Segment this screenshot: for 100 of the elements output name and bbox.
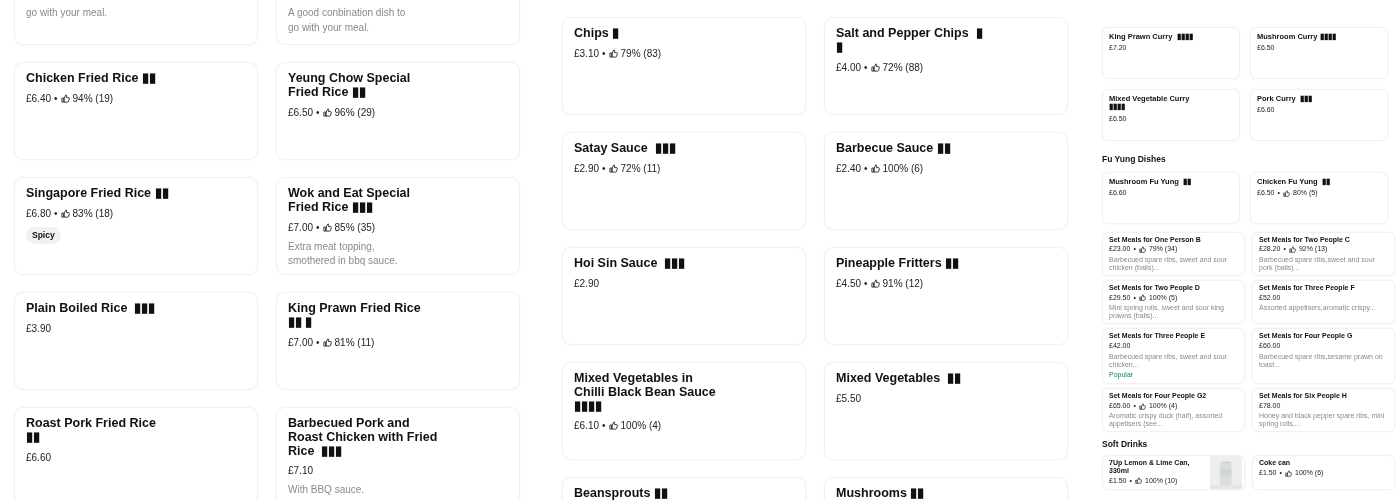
menu-item-card[interactable]: Roast Pork Fried Rice ▮▮ £6.60	[14, 407, 258, 500]
item-rating: 100% (6)	[882, 161, 924, 176]
item-title: Barbecued Pork and Roast Chicken with Fried Rice ▮▮▮	[288, 417, 438, 459]
item-title: Singapore Fried Rice ▮▮	[26, 187, 169, 201]
menu-item-card[interactable]: Mushrooms ▮▮	[824, 477, 1068, 500]
item-description: go with your meal.	[26, 6, 108, 20]
section-heading: Fu Yung Dishes	[1102, 153, 1167, 166]
thumbs-up-icon	[608, 163, 618, 173]
item-price: £7.00	[288, 220, 314, 235]
section-heading: Soft Drinks	[1102, 438, 1149, 452]
separator-dot: •	[864, 161, 868, 176]
item-price: £2.40	[836, 161, 862, 176]
item-title: Wok and Eat Special Fried Rice ▮▮▮	[288, 187, 412, 215]
separator-dot: •	[54, 206, 58, 221]
separator-dot: •	[316, 105, 320, 120]
item-title: Mixed Vegetables in Chilli Black Bean Sauce ▮▮▮▮	[574, 372, 717, 414]
item-title: Beansprouts ▮▮	[574, 487, 668, 500]
item-price: £6.10	[574, 419, 600, 434]
thumbs-up-icon	[608, 421, 618, 431]
menu-item-card[interactable]: Wok and Eat Special Fried Rice ▮▮▮ £7.00 • 85% (35) Extra meat topping, smothered in bbq sauce.	[276, 177, 520, 275]
thumbs-up-icon	[870, 278, 880, 288]
menu-item-card[interactable]: Hoi Sin Sauce ▮▮▮ £2.90	[562, 247, 806, 345]
item-rating: 81% (11)	[334, 335, 375, 350]
item-rating: 91% (12)	[882, 276, 924, 291]
item-price: £5.50	[836, 391, 862, 406]
item-price: £2.90	[574, 161, 600, 176]
thumbs-up-icon	[322, 222, 332, 232]
separator-dot: •	[54, 91, 58, 106]
item-price: £3.10	[574, 46, 600, 61]
item-price: £4.00	[836, 60, 862, 75]
menu-item-card[interactable]: Satay Sauce ▮▮▮ £2.90 • 72% (11)	[562, 132, 806, 230]
tag-badge: Spicy	[26, 226, 61, 244]
menu-item-card[interactable]: Chicken Fried Rice ▮▮ £6.40 • 94% (19)	[14, 62, 258, 160]
thumbs-up-icon	[1138, 402, 1146, 410]
item-title: Mushrooms ▮▮	[836, 487, 925, 500]
item-title: Chicken Fried Rice ▮▮	[26, 72, 156, 86]
item-title: Plain Boiled Rice ▮▮▮	[26, 302, 156, 316]
menu-item-card[interactable]: Singapore Fried Rice ▮▮ £6.80 • 83% (18) Spicy	[14, 177, 258, 275]
item-price: £6.40	[26, 91, 52, 106]
menu-item-card[interactable]: Mixed Vegetables in Chilli Black Bean Sauce ▮▮▮▮ £6.10 • 100% (4)	[562, 362, 806, 460]
menu-item-card[interactable]: Chips ▮ £3.10 • 79% (83)	[562, 17, 806, 115]
menu-item-card[interactable]: Barbecued Pork and Roast Chicken with Fried Rice ▮▮▮ £7.10 With BBQ sauce.	[276, 407, 520, 500]
item-title: Satay Sauce ▮▮▮	[574, 142, 676, 156]
item-title: Pineapple Fritters ▮▮	[836, 257, 960, 271]
menu-item-card[interactable]: Beansprouts ▮▮	[562, 477, 806, 500]
separator-dot: •	[602, 161, 606, 176]
item-rating: 94% (19)	[72, 91, 114, 106]
separator-dot: •	[316, 220, 320, 235]
thumbs-up-icon	[1138, 294, 1146, 302]
thumbs-up-icon	[870, 163, 880, 173]
item-price: £6.60	[26, 450, 52, 465]
item-title: Chips ▮	[574, 27, 620, 41]
thumbs-up-icon	[1283, 189, 1290, 197]
separator-dot: •	[602, 46, 606, 61]
menu-item-card[interactable]: Yeung Chow Special Fried Rice ▮▮ £6.50 • 96% (29)	[276, 62, 520, 160]
item-rating: 96% (29)	[334, 105, 376, 120]
item-rating: 79% (83)	[620, 46, 662, 61]
item-description: With BBQ sauce.	[288, 483, 365, 498]
thumbs-up-icon	[608, 48, 618, 58]
thumbs-up-icon	[60, 208, 70, 218]
thumbs-up-icon	[322, 107, 332, 117]
item-rating: 100% (4)	[620, 419, 662, 434]
thumbs-up-icon	[1138, 246, 1146, 254]
menu-item-card[interactable]: Pineapple Fritters ▮▮ £4.50 • 91% (12)	[824, 247, 1068, 345]
item-title: King Prawn Fried Rice ▮▮ ▮	[288, 302, 422, 330]
item-rating: 83% (18)	[72, 206, 114, 221]
menu-item-card[interactable]: Mixed Vegetables ▮▮ £5.50	[824, 362, 1068, 460]
item-description: Extra meat topping, smothered in bbq sauce.	[288, 239, 399, 268]
item-price: £4.50	[836, 276, 862, 291]
menu-item-card[interactable]: Barbecue Sauce ▮▮ £2.40 • 100% (6)	[824, 132, 1068, 230]
thumbs-up-icon	[1288, 246, 1296, 254]
separator-dot: •	[602, 419, 606, 434]
item-price: £3.90	[26, 321, 52, 336]
item-title: Yeung Chow Special Fried Rice ▮▮	[288, 72, 412, 100]
item-title: Hoi Sin Sauce ▮▮▮	[574, 257, 686, 271]
thumbs-up-icon	[870, 62, 880, 72]
item-description: A good conbination dish to go with your meal.	[288, 6, 407, 35]
menu-item-card[interactable]: Salt and Pepper Chips ▮ ▮ £4.00 • 72% (88)	[824, 17, 1068, 115]
item-price: £2.90	[574, 276, 600, 291]
item-rating: 85% (35)	[334, 220, 376, 235]
separator-dot: •	[864, 276, 868, 291]
item-title: Mixed Vegetables ▮▮	[836, 372, 962, 386]
item-price: £7.00	[288, 335, 314, 350]
separator-dot: •	[316, 335, 320, 350]
item-rating: 72% (88)	[882, 60, 924, 75]
item-price: £6.50	[288, 105, 314, 120]
item-price: £7.10	[288, 464, 314, 479]
item-title: Barbecue Sauce ▮▮	[836, 142, 951, 156]
thumbs-up-icon	[1285, 469, 1292, 477]
thumbs-up-icon	[1135, 477, 1142, 485]
separator-dot: •	[864, 60, 868, 75]
thumbs-up-icon	[60, 93, 70, 103]
menu-item-card[interactable]: King Prawn Fried Rice ▮▮ ▮ £7.00 • 81% (11)	[276, 292, 520, 390]
menu-item-card[interactable]: go with your meal.	[14, 0, 258, 45]
item-title: Roast Pork Fried Rice ▮▮	[26, 417, 157, 445]
menu-item-card[interactable]: A good conbination dish to go with your meal.	[276, 0, 520, 45]
item-title: Salt and Pepper Chips ▮ ▮	[836, 27, 984, 55]
item-rating: 72% (11)	[620, 161, 661, 176]
thumbs-up-icon	[322, 337, 332, 347]
menu-item-card[interactable]: Plain Boiled Rice ▮▮▮ £3.90	[14, 292, 258, 390]
